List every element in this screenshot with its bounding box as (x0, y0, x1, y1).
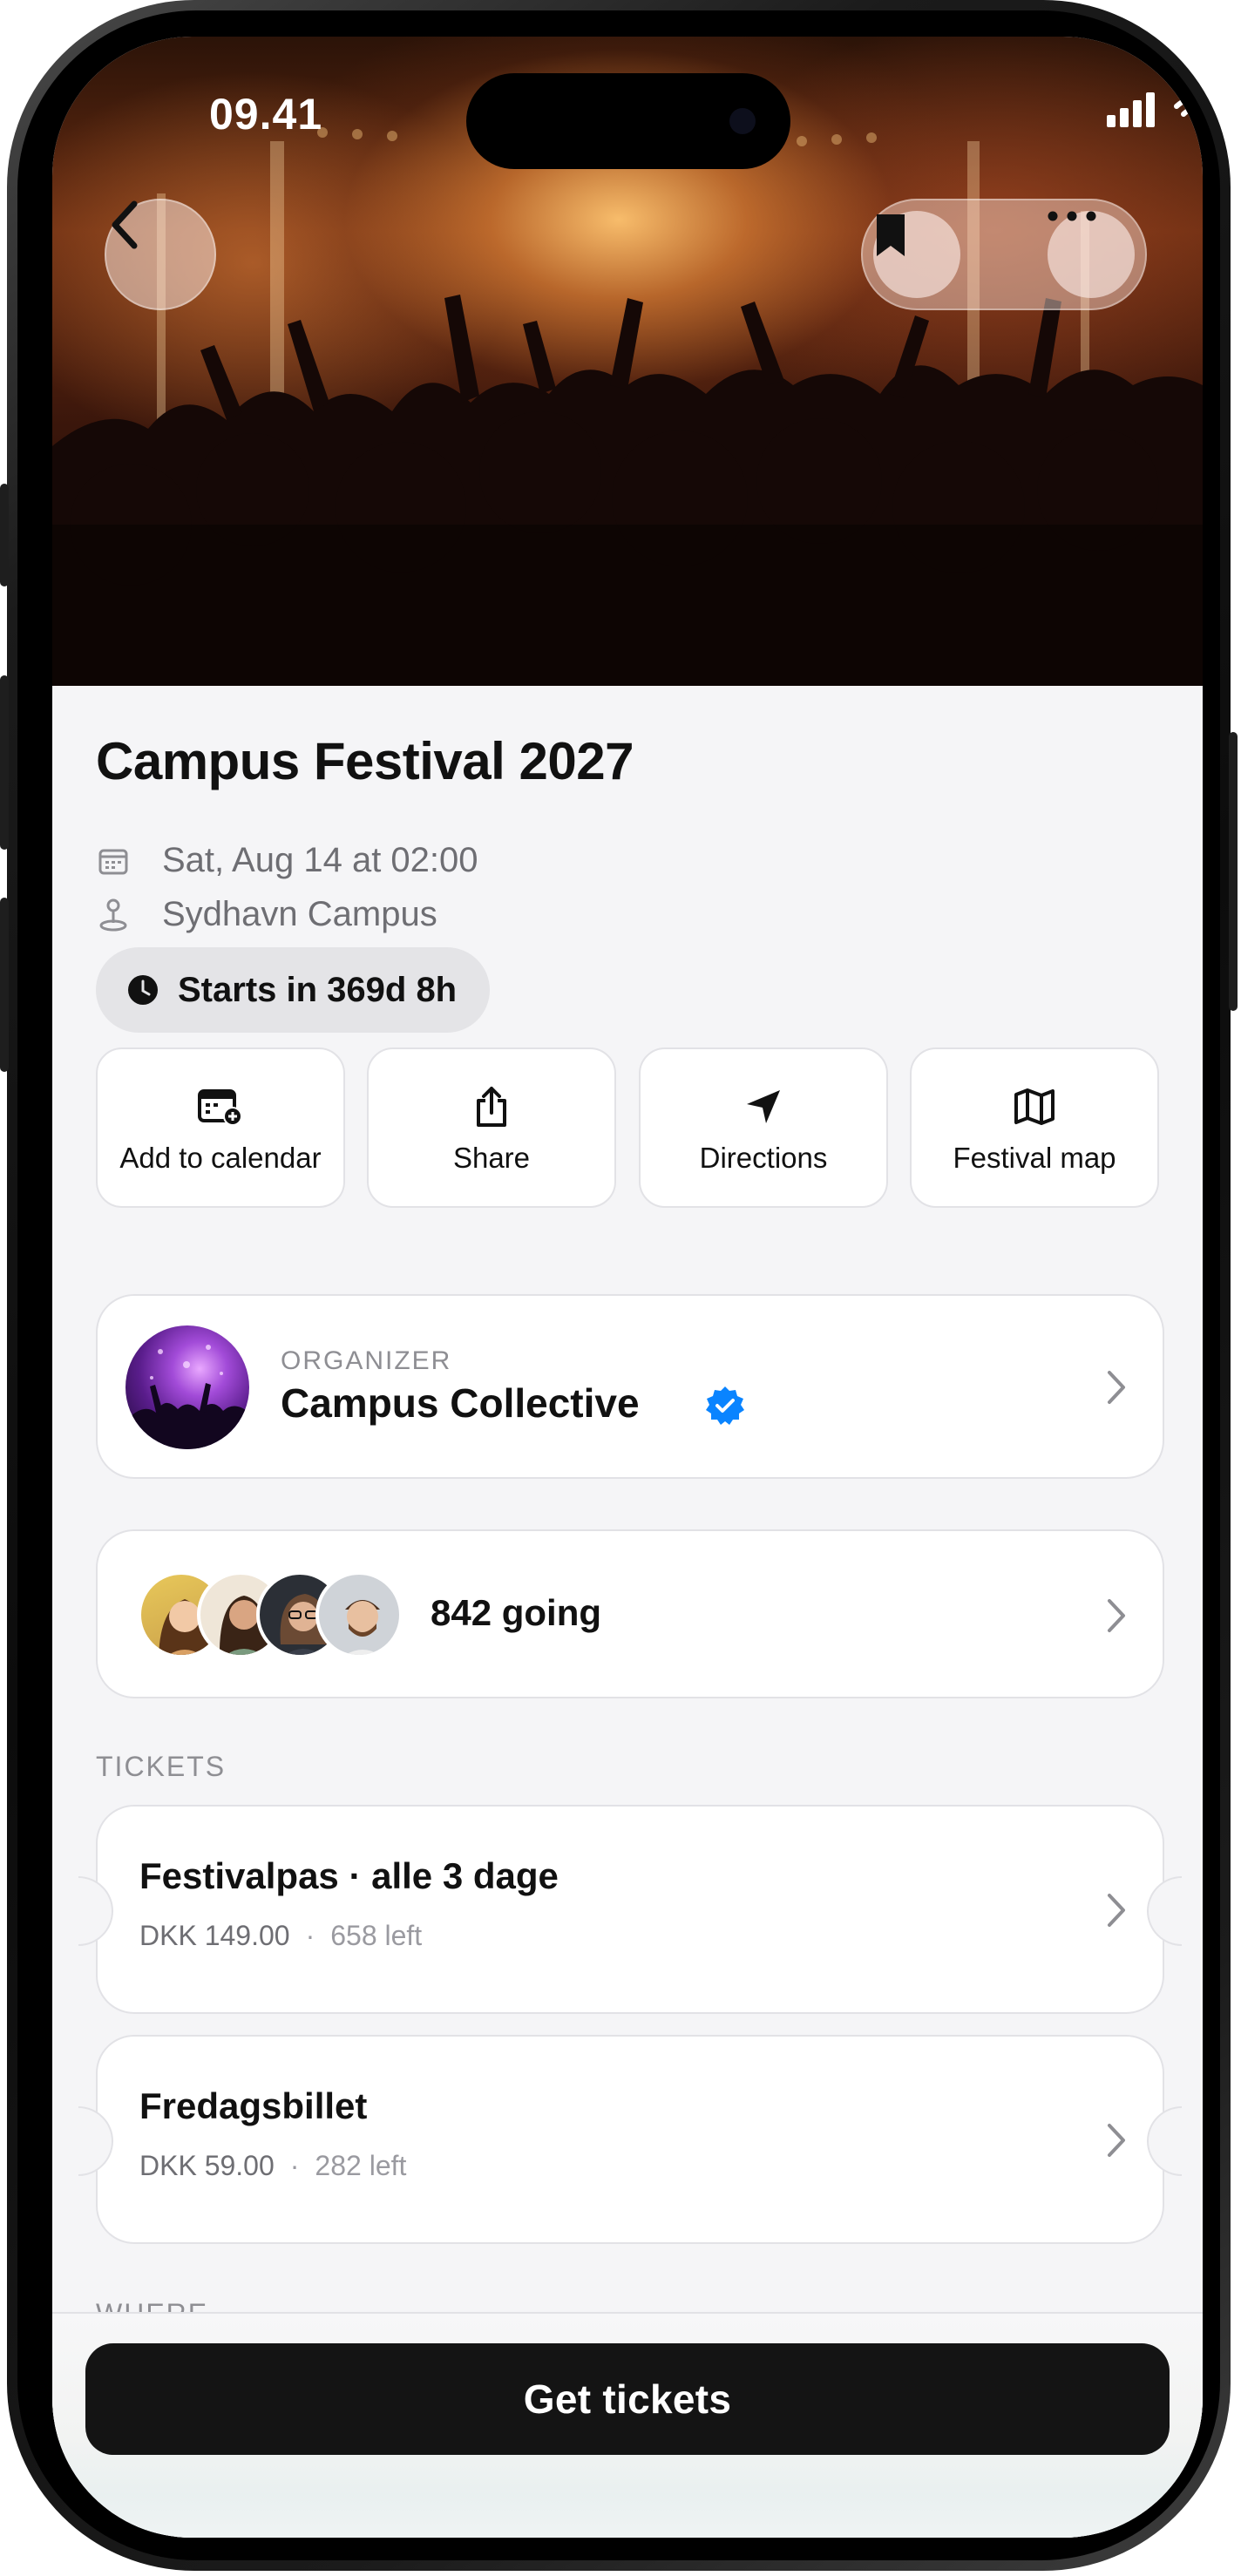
ticket-notch (1147, 2106, 1182, 2176)
countdown-text: Starts in 369d 8h (178, 970, 458, 1009)
location-arrow-icon (747, 1090, 780, 1123)
location-pin-icon (96, 898, 131, 932)
ticket-option[interactable]: Festivalpas · alle 3 dage DKK 149.00 · 658… (78, 1805, 1182, 2014)
add-to-calendar-label: Add to calendar (119, 1142, 322, 1174)
hero-image: 09.41 (52, 37, 1203, 686)
ticket-details: DKK 59.00 · 282 left (139, 2150, 406, 2182)
ticket-option[interactable]: Fredagsbillet DKK 59.00 · 282 left (78, 2035, 1182, 2244)
back-button[interactable] (105, 199, 216, 310)
bookmark-icon (877, 214, 905, 256)
ticket-name: Fredagsbillet (139, 2085, 368, 2126)
event-date: Sat, Aug 14 at 02:00 (162, 841, 478, 879)
bottom-action-bar: Get tickets (52, 2312, 1203, 2538)
event-location-row: Sydhavn Campus (96, 895, 437, 934)
festival-map-button[interactable]: Festival map (910, 1047, 1159, 1208)
map-icon (1014, 1088, 1055, 1125)
attendees-card[interactable]: 842 going (96, 1529, 1164, 1698)
verified-badge-icon (706, 1386, 744, 1425)
festival-map-label: Festival map (953, 1142, 1116, 1174)
header-actions (861, 199, 1147, 310)
attendee-avatar (315, 1571, 403, 1658)
calendar-add-icon (198, 1089, 242, 1126)
power-button (1229, 732, 1238, 1011)
tickets-section-heading: TICKETS (96, 1751, 227, 1782)
ticket-name: Festivalpas · alle 3 dage (139, 1855, 559, 1896)
event-location: Sydhavn Campus (162, 895, 437, 933)
organizer-avatar (125, 1325, 249, 1449)
share-icon (477, 1087, 506, 1127)
dynamic-island (466, 73, 790, 169)
organizer-kicker: ORGANIZER (281, 1346, 452, 1375)
event-date-row: Sat, Aug 14 at 02:00 (96, 841, 478, 880)
chevron-right-icon (1108, 1599, 1125, 1632)
separator-dot: · (289, 2150, 300, 2181)
ellipsis-icon (1048, 211, 1096, 221)
calendar-icon (96, 844, 131, 878)
ticket-notch (78, 1876, 113, 1946)
organizer-card[interactable]: ORGANIZER Campus Collective (96, 1294, 1164, 1479)
ticket-notch (78, 2106, 113, 2176)
ticket-price: DKK 59.00 (139, 2150, 275, 2181)
add-to-calendar-button[interactable]: Add to calendar (96, 1047, 345, 1208)
wifi-icon (1174, 95, 1203, 125)
get-tickets-button[interactable]: Get tickets (85, 2343, 1170, 2455)
quick-actions: Add to calendar Share Directions Festiva… (96, 1047, 1159, 1210)
event-details: Campus Festival 2027 Sat, Aug 14 at 02:0… (52, 686, 1203, 2538)
chevron-right-icon (1108, 1371, 1125, 1404)
more-options-button[interactable] (1048, 211, 1135, 298)
event-title: Campus Festival 2027 (96, 732, 634, 790)
chevron-right-icon (1108, 2124, 1125, 2157)
attendee-count: 842 going (431, 1592, 602, 1633)
action-button (0, 484, 9, 586)
separator-dot: · (305, 1920, 315, 1951)
organizer-name: Campus Collective (281, 1380, 640, 1426)
clock-icon (128, 975, 158, 1005)
ticket-price: DKK 149.00 (139, 1920, 290, 1951)
bookmark-button[interactable] (873, 211, 960, 298)
directions-button[interactable]: Directions (639, 1047, 888, 1208)
ticket-details: DKK 149.00 · 658 left (139, 1920, 422, 1952)
directions-label: Directions (699, 1142, 828, 1174)
volume-down-button (0, 898, 9, 1072)
chevron-right-icon (1108, 1894, 1125, 1927)
ticket-remaining: 658 left (330, 1920, 423, 1951)
ticket-notch (1147, 1876, 1182, 1946)
share-button[interactable]: Share (367, 1047, 616, 1208)
ticket-remaining: 282 left (315, 2150, 407, 2181)
countdown-badge: Starts in 369d 8h (96, 947, 491, 1033)
screen: 09.41 Campus Festival 2027 Sat, Aug 14 a… (52, 37, 1203, 2538)
front-camera (729, 108, 756, 134)
chevron-left-icon (112, 200, 138, 249)
share-label: Share (452, 1142, 531, 1174)
cellular-signal-icon (1107, 92, 1155, 127)
volume-up-button (0, 675, 9, 850)
phone-frame: 09.41 Campus Festival 2027 Sat, Aug 14 a… (0, 0, 1238, 2571)
status-time: 09.41 (209, 90, 323, 139)
